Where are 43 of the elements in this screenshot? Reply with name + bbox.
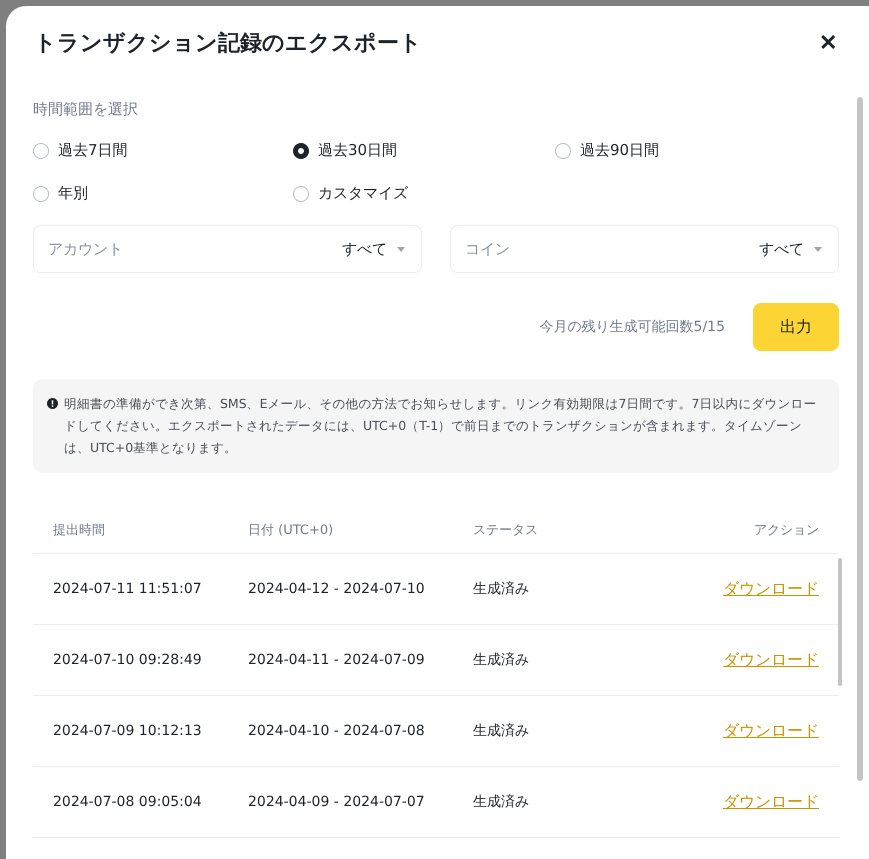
radio-label: 年別 [58, 184, 88, 203]
dropdown-field[interactable]: アカウント すべて [33, 225, 422, 273]
remaining-count: 今月の残り生成可能回数5/15 [540, 318, 725, 336]
alert-icon [47, 398, 58, 409]
table-cell-text: 2024-07-08 09:05:04 [53, 794, 203, 810]
dropdown-value: すべて [759, 240, 804, 258]
radio-label: 過去90日間 [580, 141, 660, 160]
dropdown-value: すべて [342, 240, 387, 258]
radio-option[interactable]: 過去7日間 [33, 141, 293, 160]
table-cell-text: 2024-04-11 - 2024-07-09 [248, 652, 426, 668]
section-label: 時間範囲を選択 [33, 100, 139, 119]
table-cell-text: 2024-07-10 09:28:49 [53, 652, 203, 668]
radio-option[interactable]: カスタマイズ [293, 184, 555, 203]
table-cell-text: 2024-04-09 - 2024-07-07 [248, 794, 426, 810]
table-cell-text: 生成済み [473, 722, 530, 740]
table-cell-text: 生成済み [473, 793, 530, 811]
dropdown-label: アカウント [48, 240, 124, 258]
dropdown-field[interactable]: コイン すべて [450, 225, 839, 273]
scrollbar-thumb[interactable] [857, 97, 863, 781]
radio-option[interactable]: 過去90日間 [555, 141, 839, 160]
column-header: アクション [753, 522, 819, 539]
radio-label: カスタマイズ [318, 184, 408, 203]
scrollbar-thumb[interactable] [838, 558, 842, 686]
dialog-title: トランザクション記録のエクスポート [34, 30, 422, 58]
notice-text: 明細書の準備ができ次第、SMS、Eメール、その他の方法でお知らせします。リンク有効期限は7日間です。7日以内にダウンロードしてください。エクスポートされたデータには、UTC+0（T-1）で前日までのトランザクションが含まれます。タイムゾーンは、UTC+0基準となります。 [64, 395, 818, 457]
radio-label: 過去7日間 [58, 141, 128, 160]
table-cell-text: 生成済み [473, 651, 530, 669]
table-cell-text: 2024-04-10 - 2024-07-08 [248, 723, 426, 739]
table-cell-text: 生成済み [473, 580, 530, 598]
column-header: ステータス [473, 522, 539, 539]
table-cell-text: 2024-07-09 10:12:13 [53, 723, 203, 739]
close-button[interactable]: ✕ [819, 30, 837, 56]
caret-icon [397, 246, 405, 252]
dropdown-label: コイン [465, 240, 511, 258]
radio-option[interactable]: 過去30日間 [293, 141, 555, 160]
radio-label: 過去30日間 [318, 141, 398, 160]
column-header: 提出時間 [53, 522, 106, 539]
table-cell-text: 2024-04-12 - 2024-07-10 [248, 581, 426, 597]
caret-icon [814, 246, 822, 252]
radio-option[interactable]: 年別 [33, 184, 293, 203]
export-button[interactable]: 出力 [753, 303, 839, 351]
table-cell-text: 2024-07-11 11:51:07 [53, 581, 203, 597]
column-header: 日付 (UTC+0) [248, 522, 334, 539]
